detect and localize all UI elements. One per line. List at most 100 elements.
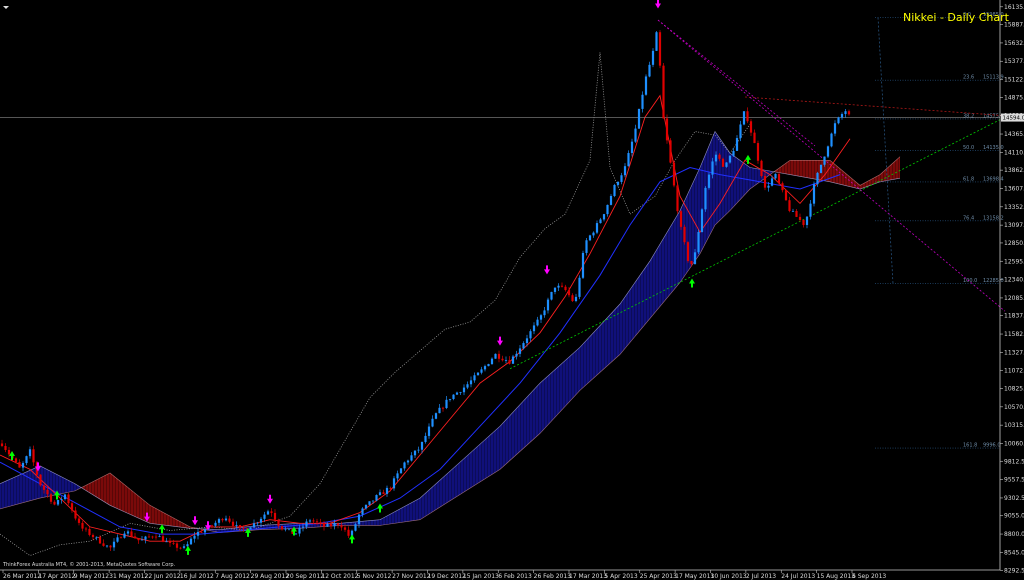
candle-bull [126,531,130,534]
candle-bull [466,384,469,388]
candle-bear [98,536,102,544]
candle-bear [88,528,91,535]
x-tick-label: 24 Jul 2013 [781,573,815,580]
candle-bear [67,494,70,504]
x-tick-label: 26 Feb 2013 [534,573,572,580]
y-tick-label: 10060.0 [1004,440,1024,447]
candle-bear [77,518,81,523]
candle-bull [21,463,25,468]
candle-bull [707,174,711,188]
candle-bear [560,285,564,287]
chart-background [0,0,1024,580]
candle-bear [49,494,53,502]
fib-level-value: 9996.0 [983,443,1001,449]
candle-bear [221,519,224,521]
candle-bull [735,138,739,151]
candle-bull [448,398,452,400]
candle-bull [837,117,840,124]
candle-bull [711,161,714,175]
candle-bear [777,173,781,184]
x-tick-label: 5 Apr 2013 [604,573,637,580]
y-tick-label: 11837.5 [1004,313,1024,320]
candle-bull [256,522,259,524]
candle-bear [567,290,571,296]
candle-bull [249,527,252,530]
candle-bear [788,200,791,211]
candle-bear [277,519,280,527]
candle-bull [333,523,336,527]
candle-bull [224,518,228,521]
candle-bull [609,195,613,205]
candle-bear [179,547,182,549]
candle-bull [476,372,480,376]
candle-bull [63,494,67,500]
candle-bull [413,450,417,456]
candle-bear [672,162,676,186]
candle-bull [816,172,819,185]
candle-bull [546,299,550,311]
candle-bull [599,219,602,224]
candle-bear [168,541,172,543]
y-tick-label: 14365.0 [1004,131,1024,138]
x-tick-label: 6 Feb 2013 [498,573,532,580]
candle-bull [767,185,770,188]
candle-bull [700,209,704,233]
candle-bear [760,160,763,176]
candle-bull [189,538,193,545]
x-tick-label: 17 May 2013 [675,573,714,580]
candle-bear [151,536,154,538]
candle-bear [172,542,175,544]
x-tick-label: 16 Jul 2012 [180,573,214,580]
price-chart: 0.0 15985.023.6 15113.938.2 14575.050.0 1413… [0,0,1024,580]
candle-bear [200,531,203,533]
candle-bear [319,522,322,524]
candle-bull [578,277,581,297]
candle-bull [371,500,375,502]
candle-bear [7,449,11,455]
candle-bull [385,487,389,494]
candle-bear [508,360,511,364]
x-tick-label: 26 Mar 2012 [3,573,41,580]
candle-bull [305,521,308,527]
candle-bull [431,418,434,427]
y-tick-label: 10825.0 [1004,385,1024,392]
candle-bull [693,252,697,265]
candle-bull [158,536,161,538]
candle-bear [795,210,798,217]
candle-bull [403,462,406,469]
candle-bear [102,543,105,546]
candle-bull [637,108,641,129]
candle-bull [844,111,847,115]
candle-bull [116,537,119,542]
candle-bull [704,187,707,210]
x-tick-label: 10 Jun 2013 [711,573,747,580]
candle-bear [210,525,214,527]
candle-bull [840,114,844,118]
candle-bull [361,508,364,515]
candle-bull [354,524,357,531]
candle-bull [165,541,168,543]
candle-bear [74,510,77,519]
candle-bull [410,455,413,461]
candle-bull [235,525,238,526]
candle-bear [679,211,683,227]
candle-bear [161,536,165,542]
candle-bull [627,153,630,167]
candle-bear [315,521,319,523]
candle-bear [280,526,284,530]
candle-bull [697,232,700,253]
y-tick-label: 15377.5 [1004,58,1024,65]
candle-bear [798,216,802,220]
candle-bear [847,111,851,115]
candle-bull [375,495,378,501]
candle-bull [259,518,263,523]
candle-bull [452,394,455,399]
candle-bear [340,525,343,528]
copyright-footer: ThinkForex Australia MT4, © 2001-2013, M… [2,561,176,568]
candle-bull [406,460,410,463]
candle-bull [494,353,497,359]
candle-bear [133,536,137,539]
y-tick-label: 8292.5 [1004,568,1024,575]
candle-bull [487,364,490,367]
candle-bear [571,295,574,302]
